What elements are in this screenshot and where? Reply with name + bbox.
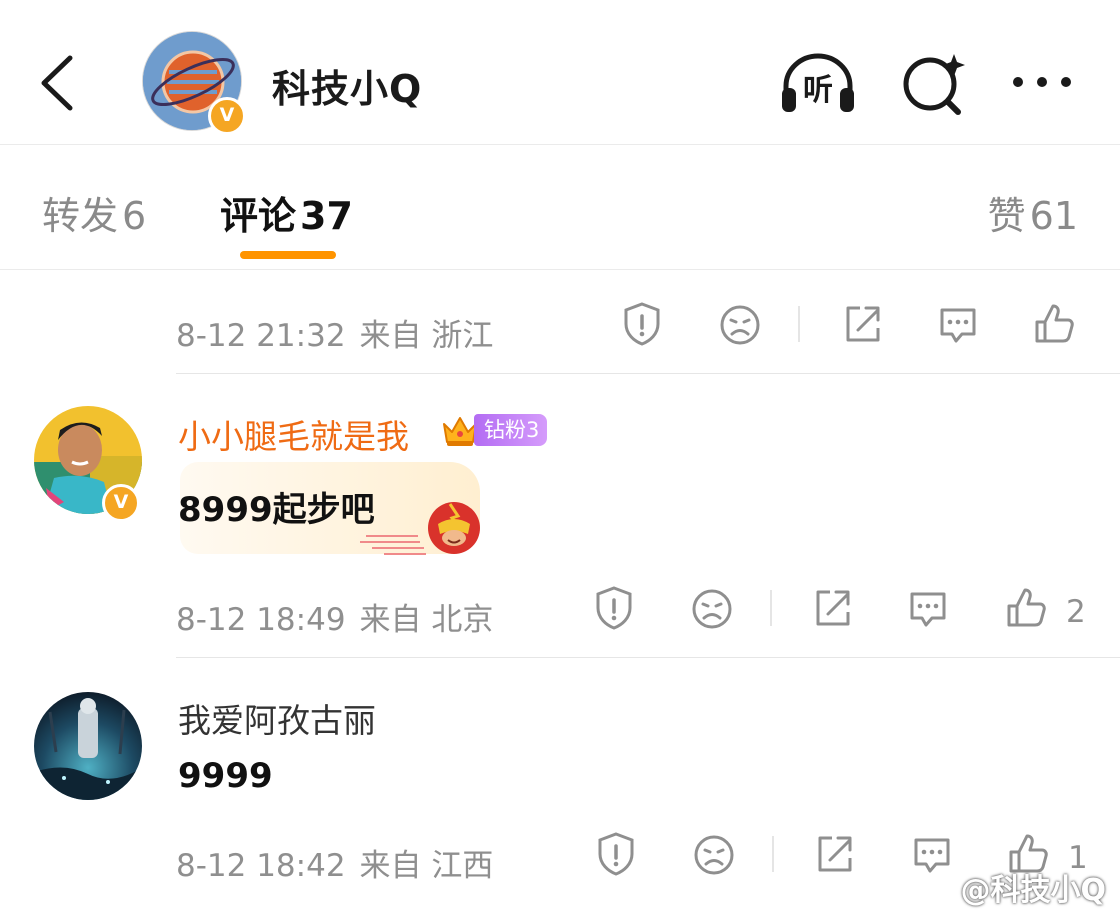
- share-button[interactable]: [802, 578, 862, 638]
- comment-time: 8-12 18:42: [176, 848, 346, 884]
- tab-repost-label: 转发: [42, 194, 119, 238]
- commenter-name[interactable]: 小小腿毛就是我: [178, 410, 409, 458]
- tab-comment-label: 评论: [220, 194, 297, 238]
- shield-alert-icon: [598, 832, 634, 876]
- listen-button[interactable]: 听: [778, 48, 858, 118]
- comment-list: 8-12 21:32 来自 浙江 V 小小腿毛就是我 钻粉3 8999起步吧 8…: [0, 270, 1120, 915]
- comment-location: 来自 北京: [359, 602, 494, 638]
- action-divider: [798, 306, 800, 342]
- share-icon: [846, 306, 880, 342]
- like-count: 2: [1066, 594, 1086, 630]
- comment-location: 来自 浙江: [359, 318, 494, 354]
- verified-badge: V: [102, 484, 140, 522]
- reply-button[interactable]: [928, 294, 988, 354]
- dislike-button[interactable]: [682, 578, 742, 638]
- listen-label: 听: [803, 73, 833, 108]
- share-button[interactable]: [804, 824, 864, 884]
- account-name[interactable]: 科技小Q: [272, 58, 422, 113]
- comment-time: 8-12 21:32: [176, 318, 346, 354]
- thumbs-up-icon: [1035, 304, 1074, 343]
- share-button[interactable]: [832, 294, 892, 354]
- report-button[interactable]: [584, 578, 644, 638]
- tab-comment[interactable]: 评论 37: [220, 185, 353, 240]
- comment-text: 8999起步吧: [178, 490, 375, 530]
- more-dots-icon: [1013, 77, 1071, 87]
- sad-face-icon: [692, 589, 732, 629]
- action-divider: [772, 836, 774, 872]
- more-button[interactable]: [1004, 48, 1084, 118]
- shield-alert-icon: [624, 302, 660, 346]
- flash-sticker-icon: [360, 502, 480, 555]
- reply-button[interactable]: [898, 578, 958, 638]
- active-tab-indicator: [240, 251, 336, 259]
- account-avatar[interactable]: V: [142, 31, 246, 135]
- chevron-left-icon: [41, 55, 73, 111]
- search-button[interactable]: [896, 48, 976, 118]
- tab-comment-count: 37: [300, 194, 353, 238]
- comment-text: 9999: [178, 756, 273, 796]
- comment-bubble-icon: [910, 592, 946, 627]
- weibo-logo-icon: [923, 878, 955, 904]
- top-header: V 科技小Q 听: [0, 0, 1120, 144]
- comment-meta: 8-12 18:42 来自 江西: [176, 840, 493, 885]
- comment-bubble-icon: [940, 308, 976, 343]
- comment-item: V 小小腿毛就是我 钻粉3 8999起步吧 8-12 18:49 来自 北京 2: [0, 374, 1120, 659]
- comment-time: 8-12 18:49: [176, 602, 346, 638]
- comment-meta-row: 8-12 18:49 来自 北京 2: [176, 576, 1120, 646]
- dislike-button[interactable]: [684, 824, 744, 884]
- share-icon: [816, 590, 850, 626]
- action-divider: [770, 590, 772, 626]
- thumbs-up-icon: [1007, 588, 1046, 627]
- sad-face-icon: [720, 305, 760, 345]
- tab-like[interactable]: 赞 61: [988, 185, 1078, 240]
- comment-meta: 8-12 21:32 来自 浙江: [176, 310, 493, 355]
- dislike-button[interactable]: [710, 294, 770, 354]
- tab-repost-count: 6: [122, 194, 147, 238]
- comment-meta-row: 8-12 21:32 来自 浙江: [176, 292, 1120, 362]
- commenter-name[interactable]: 我爱阿孜古丽: [178, 694, 376, 742]
- fan-level-label: 钻粉3: [474, 414, 548, 446]
- shield-alert-icon: [596, 586, 632, 630]
- tab-bar: 转发 6 评论 37 赞 61: [0, 144, 1120, 270]
- report-button[interactable]: [612, 294, 672, 354]
- watermark-text: @科技小Q: [960, 873, 1106, 908]
- comment-meta: 8-12 18:49 来自 北京: [176, 594, 493, 639]
- sad-face-icon: [694, 835, 734, 875]
- verified-badge: V: [208, 97, 246, 135]
- tab-like-label: 赞: [987, 194, 1026, 238]
- search-icon: [903, 54, 965, 115]
- tab-like-count: 61: [1029, 194, 1078, 238]
- headphones-icon: 听: [782, 53, 854, 112]
- back-button[interactable]: [34, 54, 82, 112]
- share-icon: [818, 836, 852, 872]
- like-button[interactable]: [1024, 294, 1084, 354]
- like-button[interactable]: [996, 578, 1056, 638]
- commenter-avatar[interactable]: [34, 692, 142, 800]
- report-button[interactable]: [586, 824, 646, 884]
- weibo-comments-page: V 科技小Q 听 转发 6 评论 37 赞 61 8-12 21:32 来自 浙…: [0, 0, 1120, 915]
- weibo-watermark: @科技小Q: [922, 865, 1106, 909]
- fan-badge[interactable]: 钻粉3: [440, 410, 548, 450]
- tab-repost[interactable]: 转发 6: [42, 185, 146, 240]
- comment-location: 来自 江西: [359, 848, 494, 884]
